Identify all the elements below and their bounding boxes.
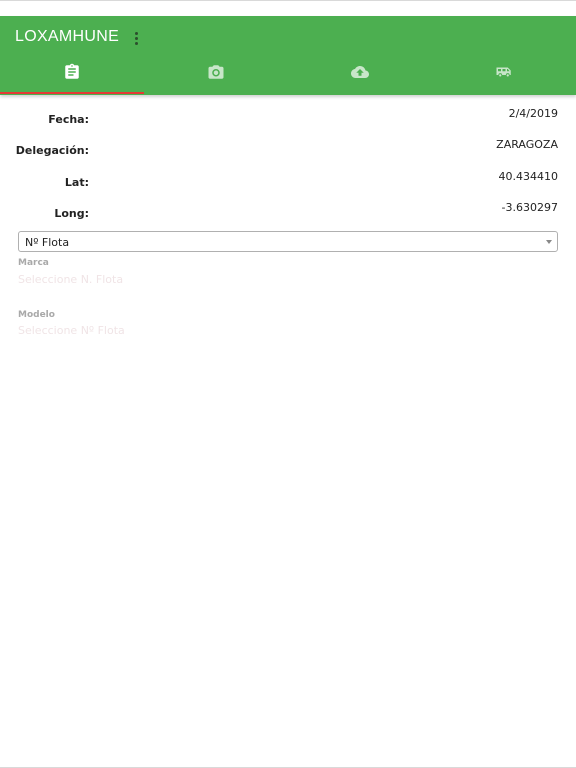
- modelo-input[interactable]: [18, 322, 318, 338]
- marca-label: Marca: [18, 258, 49, 268]
- app-title: LOXAMHUNE: [15, 28, 120, 45]
- clipboard-icon: [65, 63, 79, 79]
- camera-icon: [208, 65, 224, 79]
- cloud-upload-icon: [351, 66, 369, 78]
- marca-input[interactable]: [18, 271, 318, 287]
- lat-row: Lat: 40.434410: [0, 170, 576, 194]
- van-icon: [496, 67, 511, 77]
- tab-vehicle[interactable]: [432, 60, 576, 95]
- fecha-label: Fecha:: [48, 113, 89, 126]
- long-row: Long: -3.630297: [0, 201, 576, 225]
- app-screen: LOXAMHUNE Fecha: 2/4/2019 Delegación: ZA…: [0, 0, 576, 768]
- fecha-value: 2/4/2019: [508, 107, 558, 120]
- tab-form[interactable]: [0, 60, 144, 95]
- lat-label: Lat:: [64, 176, 89, 189]
- long-value: -3.630297: [501, 201, 558, 214]
- more-vertical-icon: [134, 31, 138, 35]
- flota-select-value: Nº Flota: [25, 236, 70, 249]
- modelo-label: Modelo: [18, 310, 55, 320]
- tab-bar: [0, 60, 576, 95]
- flota-select[interactable]: Nº Flota: [18, 231, 558, 252]
- tab-upload[interactable]: [288, 60, 432, 95]
- delegacion-value: ZARAGOZA: [496, 138, 558, 151]
- long-label: Long:: [54, 207, 89, 220]
- fecha-row: Fecha: 2/4/2019: [0, 107, 576, 131]
- overflow-menu-button[interactable]: [128, 28, 144, 48]
- lat-value: 40.434410: [498, 170, 559, 183]
- chevron-down-icon: [546, 240, 552, 244]
- app-bar: LOXAMHUNE: [0, 16, 576, 95]
- delegacion-row: Delegación: ZARAGOZA: [0, 138, 576, 162]
- delegacion-label: Delegación:: [15, 144, 89, 157]
- tab-photos[interactable]: [144, 60, 288, 95]
